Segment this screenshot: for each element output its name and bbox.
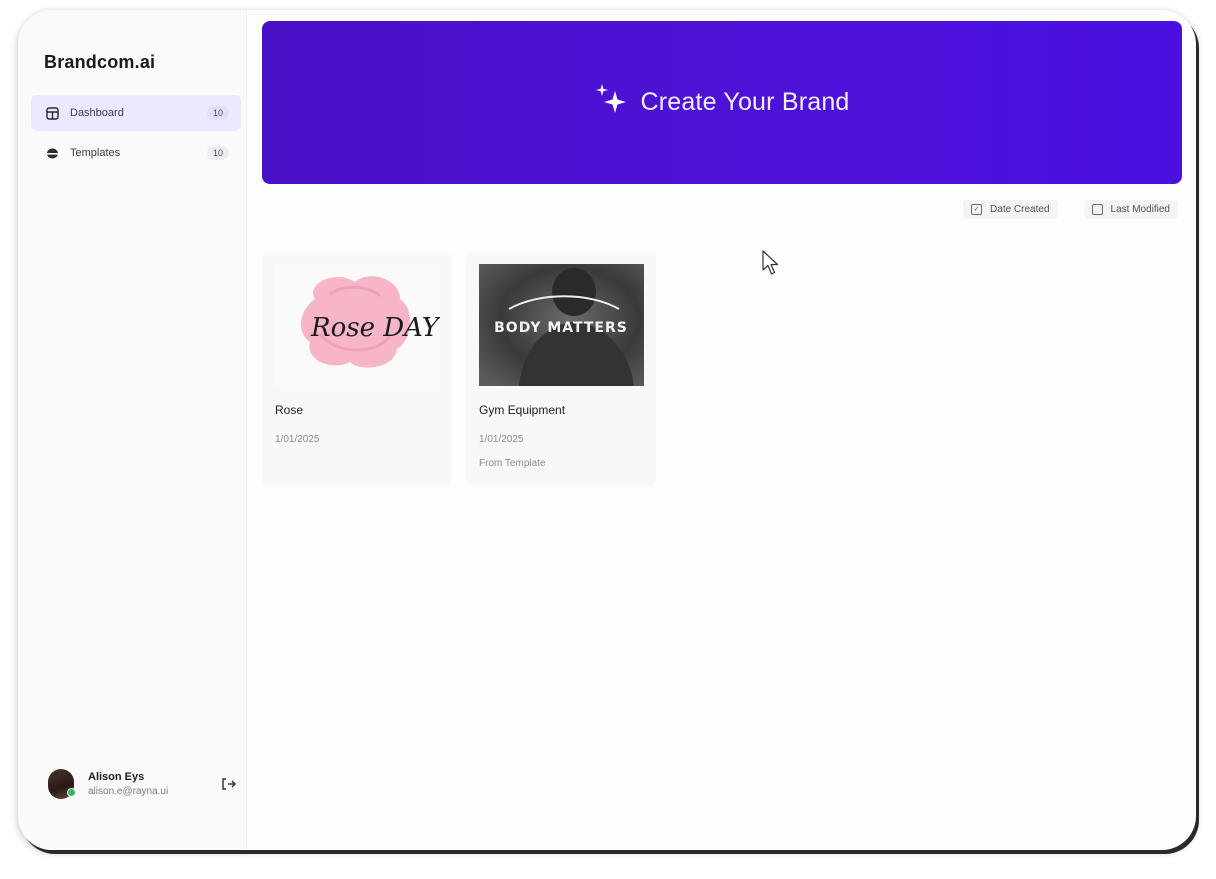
user-info: Alison Eys alison.e@rayna.ui [88, 771, 220, 797]
dashboard-icon [45, 106, 59, 120]
project-date: 1/01/2025 [275, 434, 320, 445]
sidebar-item-dashboard[interactable]: Dashboard 10 [31, 95, 241, 131]
brand-logo[interactable]: Brandcom.ai [44, 52, 155, 73]
mouse-cursor-icon [762, 250, 780, 281]
avatar[interactable] [48, 769, 76, 799]
checkbox-checked-icon: ✓ [971, 204, 983, 215]
sidebar-item-label: Templates [70, 147, 121, 159]
sort-date-created[interactable]: ✓ Date Created [963, 200, 1058, 219]
templates-icon [45, 146, 59, 160]
project-card[interactable]: Rose DAY Rose 1/01/2025 [262, 253, 452, 485]
sort-controls: ✓ Date Created Last Modified [963, 200, 1178, 219]
sort-label: Last Modified [1110, 204, 1170, 215]
project-source: From Template [479, 458, 546, 469]
user-email: alison.e@rayna.ui [88, 786, 169, 797]
project-grid: Rose DAY Rose 1/01/2025 BODY MATTERS Gym… [262, 253, 656, 485]
thumb-text: BODY MATTERS [494, 320, 628, 336]
project-card[interactable]: BODY MATTERS Gym Equipment 1/01/2025 Fro… [466, 253, 656, 485]
online-status-dot [67, 788, 76, 797]
sidebar-item-templates[interactable]: Templates 10 [31, 135, 241, 171]
sort-last-modified[interactable]: Last Modified [1083, 200, 1178, 219]
logout-icon[interactable] [220, 775, 238, 793]
app-window: Brandcom.ai Dashboard 10 Templates 10 Al… [18, 10, 1196, 850]
project-thumbnail: BODY MATTERS [479, 264, 644, 386]
sparkle-icon [594, 82, 630, 123]
project-thumbnail: Rose DAY [275, 264, 440, 386]
sidebar-nav: Dashboard 10 Templates 10 [31, 95, 241, 175]
user-name: Alison Eys [88, 771, 145, 783]
project-title: Gym Equipment [479, 403, 566, 417]
sort-label: Date Created [990, 204, 1050, 215]
count-badge: 10 [206, 106, 229, 120]
sidebar-item-label: Dashboard [70, 107, 124, 119]
create-brand-label: Create Your Brand [640, 88, 850, 116]
count-badge: 10 [206, 146, 229, 160]
user-profile: Alison Eys alison.e@rayna.ui [48, 766, 238, 802]
create-brand-banner[interactable]: Create Your Brand [262, 21, 1182, 184]
checkbox-icon [1091, 204, 1103, 215]
project-date: 1/01/2025 [479, 434, 524, 445]
thumb-text: Rose DAY [310, 313, 440, 343]
project-title: Rose [275, 403, 304, 417]
sidebar: Brandcom.ai Dashboard 10 Templates 10 Al… [18, 10, 247, 850]
